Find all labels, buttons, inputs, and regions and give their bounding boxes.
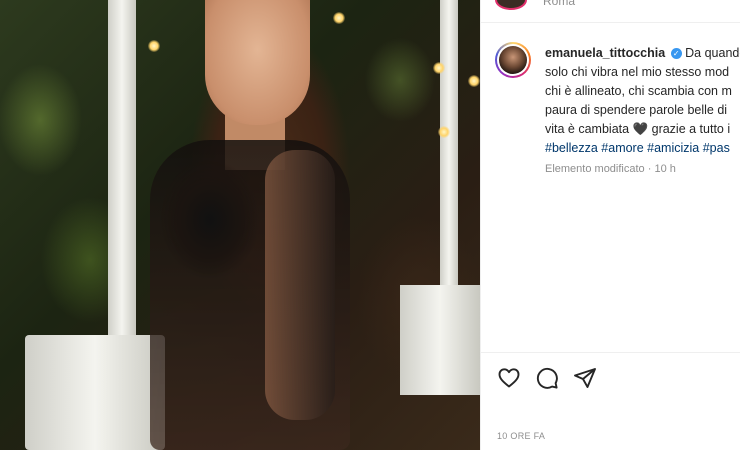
divider [481, 352, 740, 353]
caption-line: paura di spendere parole belle di [545, 103, 728, 117]
caption-line: vita è cambiata [545, 122, 630, 136]
black-heart-emoji: 🖤 [632, 122, 649, 136]
post-meta: Elemento modificato · 10 h [545, 163, 676, 175]
caption-line: solo chi vibra nel mio stesso mod [545, 65, 730, 79]
post-photo[interactable] [0, 0, 480, 450]
caption-line: chi è allineato, chi scambia con m [545, 84, 732, 98]
comment-icon[interactable] [535, 366, 559, 390]
white-pillar [108, 0, 136, 340]
light-bulb [148, 40, 160, 52]
post-caption: emanuela_tittocchia ✓ Da quando solo chi… [545, 44, 740, 158]
light-bulb [433, 62, 445, 74]
light-bulb [468, 75, 480, 87]
caption-line: Da quando [685, 46, 740, 60]
username-link[interactable]: emanuela_tittocchia [545, 46, 665, 60]
caption-avatar[interactable] [495, 42, 531, 78]
post-header: Roma [481, 0, 740, 23]
heart-icon[interactable] [497, 366, 521, 390]
edited-label: Elemento modificato [545, 163, 645, 175]
pillar-base [25, 335, 165, 450]
time-ago[interactable]: 10 h [654, 163, 675, 175]
woman-arm [265, 150, 335, 420]
header-avatar[interactable] [495, 0, 527, 10]
share-icon[interactable] [573, 366, 597, 390]
post-timestamp: 10 ORE FA [497, 431, 546, 441]
pillar-base-right [400, 285, 480, 395]
verified-badge-icon: ✓ [670, 48, 682, 60]
avatar [499, 46, 527, 74]
caption-tail: grazie a tutto i [648, 122, 731, 136]
hashtags[interactable]: #bellezza #amore #amicizia #pas [545, 139, 740, 158]
woman-face [205, 0, 310, 125]
post-sidebar: Roma emanuela_tittocchia ✓ Da quando sol… [480, 0, 740, 450]
white-pillar-right [440, 0, 458, 290]
location-label[interactable]: Roma [543, 0, 575, 8]
light-bulb [438, 126, 450, 138]
